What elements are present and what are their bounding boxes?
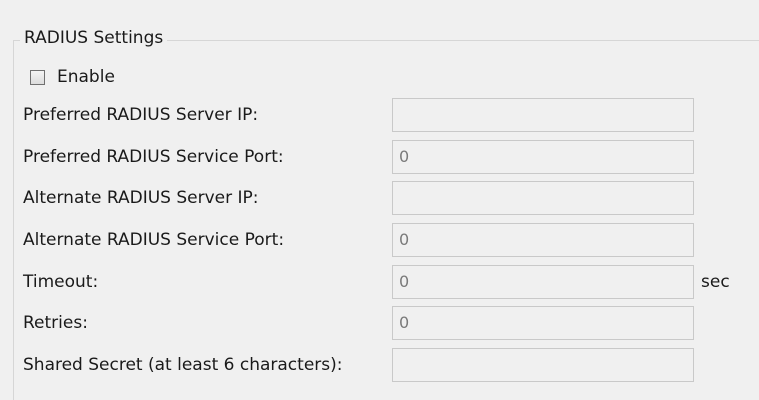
shared-secret-field[interactable]: [392, 348, 694, 382]
retries-field[interactable]: 0: [392, 306, 694, 340]
alternate-server-ip-field[interactable]: [392, 181, 694, 215]
preferred-server-ip-label: Preferred RADIUS Server IP:: [23, 105, 259, 125]
retries-label: Retries:: [23, 313, 88, 333]
group-title: RADIUS Settings: [20, 27, 168, 49]
timeout-unit-label: sec: [701, 272, 730, 292]
timeout-label: Timeout:: [23, 272, 99, 292]
enable-checkbox[interactable]: [30, 69, 45, 85]
enable-checkbox-row[interactable]: Enable: [30, 65, 115, 89]
alternate-service-port-label: Alternate RADIUS Service Port:: [23, 230, 285, 250]
shared-secret-label: Shared Secret (at least 6 characters):: [23, 355, 343, 375]
timeout-field[interactable]: 0: [392, 265, 694, 299]
radius-settings-group: [13, 40, 759, 400]
enable-label: Enable: [57, 67, 115, 87]
preferred-service-port-label: Preferred RADIUS Service Port:: [23, 147, 284, 167]
alternate-server-ip-label: Alternate RADIUS Server IP:: [23, 188, 259, 208]
alternate-service-port-field[interactable]: 0: [392, 223, 694, 257]
preferred-service-port-field[interactable]: 0: [392, 140, 694, 174]
preferred-server-ip-field[interactable]: [392, 98, 694, 132]
